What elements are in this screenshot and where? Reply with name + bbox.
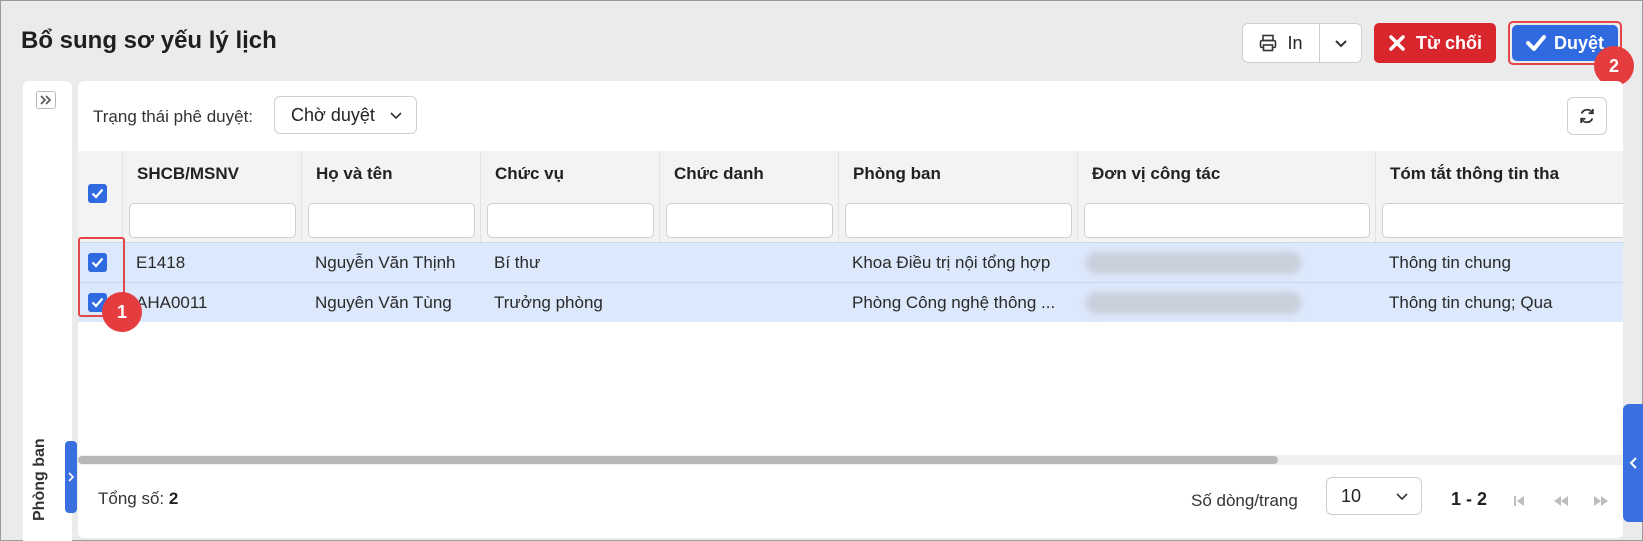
column-filter-input[interactable] [487, 203, 654, 238]
page-title: Bổ sung sơ yếu lý lịch [21, 27, 277, 54]
main-panel: Trạng thái phê duyệt: Chờ duyệt SHCB/MSN… [78, 81, 1623, 538]
refresh-icon [1580, 108, 1594, 124]
check-icon [91, 188, 104, 199]
print-button-group: In [1242, 23, 1362, 63]
approval-status-label: Trạng thái phê duyệt: [93, 107, 254, 126]
column-title: Họ và tên [316, 164, 393, 183]
cell-code: E1418 [136, 253, 186, 272]
chevron-left-icon [1629, 457, 1637, 469]
sidebar-label: Phòng ban [31, 438, 48, 521]
column-header: Chức vụ [480, 151, 659, 242]
reject-label: Từ chối [1415, 32, 1483, 53]
cell-department: Phòng Công nghệ thông ... [852, 293, 1056, 312]
fast-forward-icon [1594, 496, 1608, 506]
print-button[interactable]: In [1243, 24, 1320, 62]
sidebar-expand-button[interactable] [36, 91, 56, 109]
table-row[interactable]: AHA0011 Nguyên Văn Tùng Trưởng phòng Phò… [78, 282, 1623, 322]
column-header: SHCB/MSNV [122, 151, 301, 242]
approval-status-value: Chờ duyệt [291, 104, 375, 125]
scrollbar-thumb[interactable] [78, 456, 1278, 464]
column-filter-input[interactable] [308, 203, 475, 238]
column-header: Tóm tắt thông tin tha [1375, 151, 1623, 242]
chevron-down-icon [390, 112, 402, 120]
redacted-unit [1086, 292, 1301, 314]
approve-label: Duyệt [1553, 32, 1604, 53]
total-count: Tổng số: 2 [98, 489, 178, 509]
refresh-button[interactable] [1567, 97, 1607, 135]
cell-name: Nguyên Văn Tùng [315, 293, 452, 312]
first-page-button[interactable] [1511, 493, 1527, 509]
column-filter-input[interactable] [845, 203, 1072, 238]
previous-page-button[interactable] [1553, 493, 1569, 509]
rows-per-page-select[interactable]: 10 [1326, 477, 1422, 515]
printer-icon [1260, 34, 1277, 52]
column-header: Họ và tên [301, 151, 480, 242]
next-page-button[interactable] [1593, 493, 1609, 509]
chevron-down-icon [1334, 40, 1347, 48]
column-title: Chức danh [674, 164, 764, 183]
cell-position: Bí thư [494, 253, 541, 272]
chevron-right-icon [68, 472, 75, 482]
table-row[interactable]: E1418 Nguyễn Văn Thịnh Bí thư Khoa Điều … [78, 242, 1623, 282]
column-header: Phòng ban [838, 151, 1077, 242]
chevron-down-icon [1396, 493, 1408, 501]
horizontal-scrollbar[interactable] [78, 455, 1623, 465]
total-label: Tổng số: [98, 489, 165, 508]
first-page-icon [1514, 496, 1524, 506]
column-header: Đơn vị công tác [1077, 151, 1375, 242]
column-filter-input[interactable] [666, 203, 833, 238]
column-title: SHCB/MSNV [137, 164, 240, 183]
approval-status-select[interactable]: Chờ duyệt [274, 96, 417, 134]
cell-summary: Thông tin chung; Qua [1389, 293, 1553, 312]
reject-button[interactable]: Từ chối [1374, 23, 1496, 63]
rows-per-page-value: 10 [1341, 485, 1362, 506]
step-marker-1: 1 [102, 292, 142, 332]
column-title: Phòng ban [853, 164, 941, 183]
rows-per-page-label: Số dòng/trang [1191, 491, 1298, 510]
column-title: Chức vụ [495, 164, 564, 183]
step-marker-2: 2 [1594, 46, 1634, 86]
close-icon [1389, 35, 1405, 51]
column-title: Tóm tắt thông tin tha [1390, 164, 1560, 183]
rewind-icon [1554, 496, 1568, 506]
cell-department: Khoa Điều trị nội tổng hợp [852, 253, 1051, 272]
page-range: 1 - 2 [1451, 489, 1488, 509]
total-value: 2 [168, 489, 179, 508]
column-filter-input[interactable] [129, 203, 296, 238]
print-label: In [1287, 32, 1303, 53]
column-filter-input[interactable] [1382, 203, 1623, 238]
checkmark-icon [1525, 35, 1546, 51]
table-footer: Tổng số: 2 Số dòng/trang 10 1 - 2 [78, 465, 1623, 538]
column-title: Đơn vị công tác [1092, 164, 1221, 183]
cell-summary: Thông tin chung [1389, 253, 1511, 272]
cell-code: AHA0011 [136, 293, 208, 312]
app-frame: Bổ sung sơ yếu lý lịch In Từ chối Duyệt [0, 0, 1643, 541]
table-header: SHCB/MSNV Họ và tên Chức vụ Chức danh Ph… [78, 151, 1623, 242]
double-chevron-right-icon [40, 95, 52, 105]
cell-name: Nguyễn Văn Thịnh [315, 253, 456, 272]
cell-position: Trưởng phòng [494, 293, 603, 312]
column-header: Chức danh [659, 151, 838, 242]
redacted-unit [1086, 252, 1301, 274]
print-dropdown-button[interactable] [1320, 24, 1361, 62]
select-all-checkbox[interactable] [88, 184, 107, 203]
sidebar-toggle-tab[interactable] [65, 441, 77, 513]
right-panel-toggle[interactable] [1623, 404, 1643, 522]
column-filter-input[interactable] [1084, 203, 1370, 238]
